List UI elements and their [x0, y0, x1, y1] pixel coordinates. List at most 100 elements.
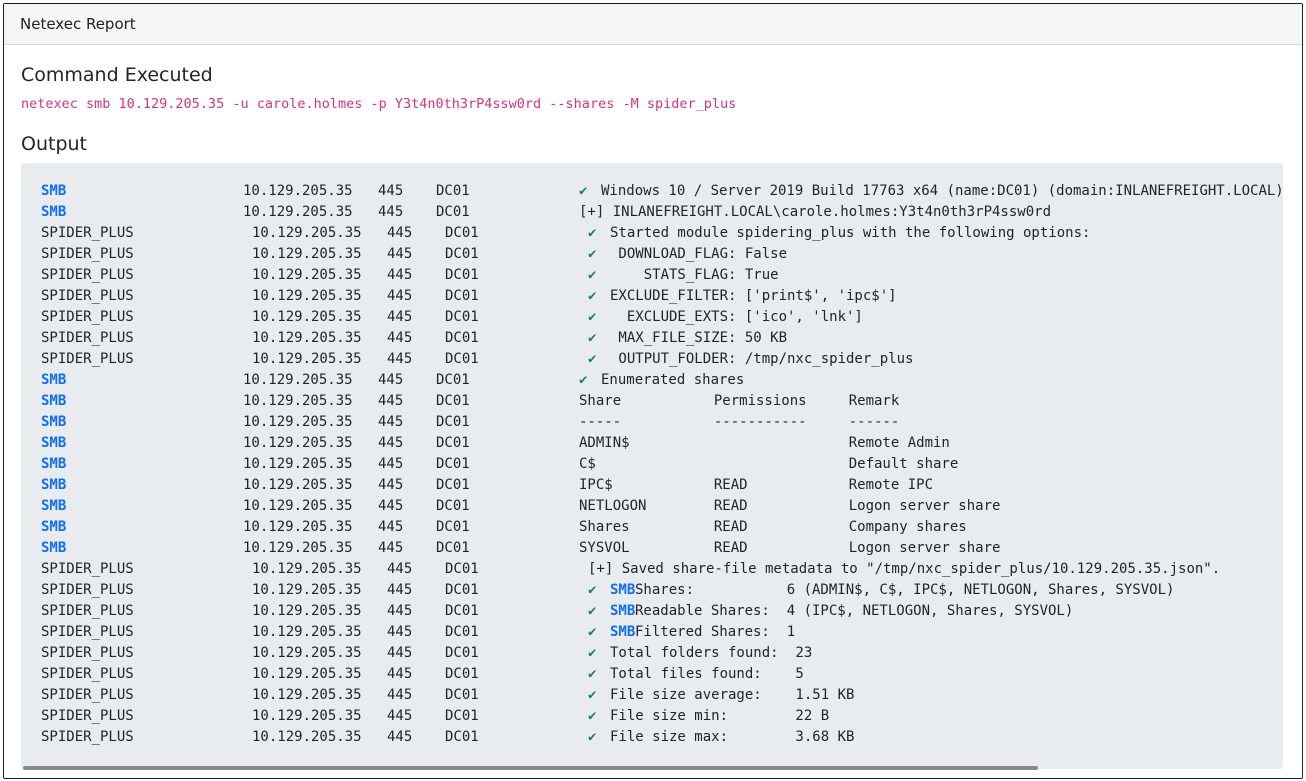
horizontal-scrollbar[interactable]: [23, 766, 1038, 770]
port-number: 445: [378, 204, 404, 220]
protocol-label: SPIDER_PLUS: [41, 666, 134, 682]
ip-address: 10.129.205.35: [252, 309, 362, 325]
check-icon: ✔: [588, 603, 597, 619]
protocol-label: SPIDER_PLUS: [41, 267, 134, 283]
ip-address: 10.129.205.35: [252, 603, 362, 619]
protocol-label: SMB: [41, 519, 67, 535]
ip-address: 10.129.205.35: [252, 582, 362, 598]
ip-address: 10.129.205.35: [243, 393, 353, 409]
port-number: 445: [387, 603, 413, 619]
ip-address: 10.129.205.35: [252, 288, 362, 304]
check-icon: ✔: [588, 624, 597, 640]
message-text: IPC$ READ Remote IPC: [579, 477, 934, 493]
hostname: DC01: [445, 561, 479, 577]
output-heading: Output: [21, 133, 87, 155]
protocol-label: SPIDER_PLUS: [41, 645, 134, 661]
message-text: NETLOGON READ Logon server share: [579, 498, 1001, 514]
ip-address: 10.129.205.35: [252, 687, 362, 703]
protocol-label: SMB: [41, 435, 67, 451]
port-number: 445: [378, 183, 404, 199]
ip-address: 10.129.205.35: [243, 477, 353, 493]
report-title: Netexec Report: [20, 15, 136, 33]
port-number: 445: [378, 519, 404, 535]
protocol-label: SPIDER_PLUS: [41, 708, 134, 724]
ip-address: 10.129.205.35: [252, 330, 362, 346]
command-heading: Command Executed: [21, 64, 213, 86]
ip-address: 10.129.205.35: [252, 225, 362, 241]
message-text: Share Permissions Remark: [579, 393, 900, 409]
message-text: [+] INLANEFREIGHT.LOCAL\carole.holmes:Y3…: [579, 204, 1052, 220]
hostname: DC01: [445, 330, 479, 346]
hostname: DC01: [445, 351, 479, 367]
port-number: 445: [387, 708, 413, 724]
ip-address: 10.129.205.35: [243, 540, 353, 556]
port-number: 445: [387, 582, 413, 598]
protocol-label: SPIDER_PLUS: [41, 561, 134, 577]
protocol-label: SPIDER_PLUS: [41, 309, 134, 325]
check-icon: ✔: [588, 729, 597, 745]
report-header: Netexec Report: [4, 4, 1302, 45]
ip-address: 10.129.205.35: [243, 372, 353, 388]
hostname: DC01: [436, 204, 470, 220]
hostname: DC01: [445, 288, 479, 304]
smb-inline-label: SMB: [610, 582, 636, 598]
ip-address: 10.129.205.35: [252, 645, 362, 661]
port-number: 445: [387, 645, 413, 661]
hostname: DC01: [445, 729, 479, 745]
message-text: Enumerated shares: [601, 372, 745, 388]
message-text: File size average: 1.51 KB: [610, 687, 855, 703]
check-icon: ✔: [588, 666, 597, 682]
hostname: DC01: [436, 372, 470, 388]
message-text: C$ Default share: [579, 456, 959, 472]
hostname: DC01: [445, 225, 479, 241]
ip-address: 10.129.205.35: [243, 183, 353, 199]
protocol-label: SMB: [41, 477, 67, 493]
port-number: 445: [387, 288, 413, 304]
protocol-label: SMB: [41, 393, 67, 409]
hostname: DC01: [436, 456, 470, 472]
port-number: 445: [378, 372, 404, 388]
port-number: 445: [387, 267, 413, 283]
check-icon: ✔: [579, 183, 588, 199]
message-text: SYSVOL READ Logon server share: [579, 540, 1001, 556]
protocol-label: SPIDER_PLUS: [41, 288, 134, 304]
port-number: 445: [387, 351, 413, 367]
hostname: DC01: [445, 603, 479, 619]
check-icon: ✔: [588, 288, 597, 304]
message-text: ----- ----------- ------: [579, 414, 900, 430]
hostname: DC01: [445, 267, 479, 283]
hostname: DC01: [436, 540, 470, 556]
message-text: STATS_FLAG: True: [610, 267, 779, 283]
hostname: DC01: [445, 309, 479, 325]
port-number: 445: [387, 246, 413, 262]
hostname: DC01: [445, 708, 479, 724]
message-text: MAX_FILE_SIZE: 50 KB: [610, 330, 788, 346]
check-icon: ✔: [588, 309, 597, 325]
protocol-label: SPIDER_PLUS: [41, 624, 134, 640]
message-text: File size min: 22 B: [610, 708, 830, 724]
output-console[interactable]: SMB 10.129.205.35 445 DC01 ✔ Windows 10 / Ser…: [21, 163, 1283, 769]
message-text: Total files found: 5: [610, 666, 804, 682]
protocol-label: SMB: [41, 540, 67, 556]
port-number: 445: [387, 309, 413, 325]
ip-address: 10.129.205.35: [252, 708, 362, 724]
check-icon: ✔: [588, 708, 597, 724]
message-text: [+] Saved share-file metadata to "/tmp/n…: [588, 561, 1221, 577]
hostname: DC01: [445, 666, 479, 682]
ip-address: 10.129.205.35: [243, 414, 353, 430]
hostname: DC01: [436, 414, 470, 430]
port-number: 445: [378, 435, 404, 451]
hostname: DC01: [436, 498, 470, 514]
port-number: 445: [378, 540, 404, 556]
ip-address: 10.129.205.35: [252, 246, 362, 262]
ip-address: 10.129.205.35: [252, 624, 362, 640]
report-panel: Netexec Report Command Executed netexec …: [3, 3, 1303, 779]
ip-address: 10.129.205.35: [243, 498, 353, 514]
message-text: EXCLUDE_FILTER: ['print$', 'ipc$']: [610, 288, 897, 304]
hostname: DC01: [436, 477, 470, 493]
hostname: DC01: [436, 393, 470, 409]
protocol-label: SMB: [41, 414, 67, 430]
smb-inline-label: SMB: [610, 624, 636, 640]
ip-address: 10.129.205.35: [252, 561, 362, 577]
message-text: Started module spidering_plus with the f…: [610, 225, 1091, 241]
